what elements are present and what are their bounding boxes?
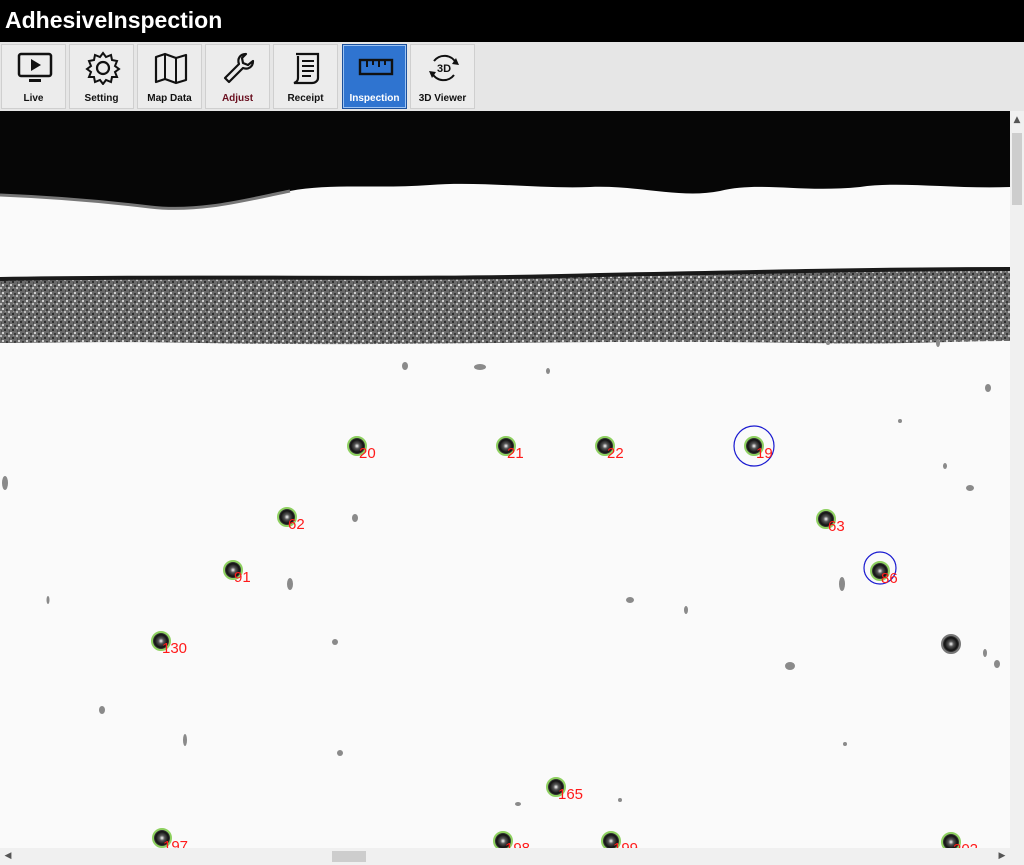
scroll-up-icon[interactable]: ▲ bbox=[1010, 111, 1024, 129]
inspection-label: Inspection bbox=[349, 93, 400, 104]
adjust-label: Adjust bbox=[221, 93, 254, 104]
vertical-scroll-thumb[interactable] bbox=[1012, 133, 1022, 205]
adjust-button[interactable]: Adjust bbox=[205, 44, 270, 109]
scrollbar-corner bbox=[1010, 848, 1024, 865]
marker-label: 21 bbox=[507, 445, 524, 462]
app-title-bar: AdhesiveInspection bbox=[0, 0, 1024, 42]
monitor-play-icon bbox=[17, 52, 53, 82]
svg-text:3D: 3D bbox=[437, 63, 451, 75]
marker-label: 198 bbox=[505, 840, 530, 848]
marker-label: 62 bbox=[288, 516, 305, 533]
wrench-icon bbox=[223, 52, 255, 84]
live-label: Live bbox=[23, 93, 44, 104]
3d-viewer-button[interactable]: 3D 3D Viewer bbox=[410, 44, 475, 109]
vertical-scrollbar[interactable]: ▲ bbox=[1010, 111, 1024, 848]
map-icon bbox=[154, 52, 188, 85]
unlabeled-dot bbox=[941, 634, 961, 654]
marker-label: 165 bbox=[558, 786, 583, 803]
marker-label: 22 bbox=[607, 445, 624, 462]
3d-rotate-icon: 3D bbox=[429, 54, 459, 82]
setting-label: Setting bbox=[84, 93, 119, 104]
horizontal-scrollbar[interactable]: ◀ ▶ bbox=[0, 848, 1010, 865]
marker-label: 197 bbox=[163, 838, 188, 848]
marker-label: 199 bbox=[613, 840, 638, 848]
inspection-button[interactable]: Inspection bbox=[342, 44, 407, 109]
marker-label: 20 bbox=[359, 445, 376, 462]
marker-label: 19 bbox=[756, 445, 773, 462]
setting-button[interactable]: Setting bbox=[69, 44, 134, 109]
3d-viewer-label: 3D Viewer bbox=[418, 93, 467, 104]
scroll-right-icon[interactable]: ▶ bbox=[994, 848, 1010, 865]
app-title: AdhesiveInspection bbox=[5, 7, 223, 33]
map-data-label: Map Data bbox=[147, 93, 192, 104]
scroll-left-icon[interactable]: ◀ bbox=[0, 848, 16, 865]
map-data-button[interactable]: Map Data bbox=[137, 44, 202, 109]
horizontal-scroll-thumb[interactable] bbox=[332, 851, 366, 862]
receipt-button[interactable]: Receipt bbox=[273, 44, 338, 109]
marker-label: 202 bbox=[953, 841, 978, 848]
marker-label: 63 bbox=[828, 518, 845, 535]
live-button[interactable]: Live bbox=[1, 44, 66, 109]
marker-label: 86 bbox=[881, 570, 898, 587]
marker-label: 130 bbox=[162, 640, 187, 657]
receipt-icon bbox=[293, 52, 320, 85]
ruler-icon bbox=[358, 58, 394, 76]
gear-icon bbox=[85, 51, 121, 85]
toolbar: Live Setting Map Data Adjust Receipt Ins… bbox=[0, 42, 1024, 112]
inspection-image-view[interactable]: 20 21 22 19 62 63 91 86 130 165 197 198 bbox=[0, 111, 1010, 848]
marker-label: 91 bbox=[234, 569, 251, 586]
inspection-image: 20 21 22 19 62 63 91 86 130 165 197 198 bbox=[0, 111, 1010, 848]
receipt-label: Receipt bbox=[287, 93, 324, 104]
